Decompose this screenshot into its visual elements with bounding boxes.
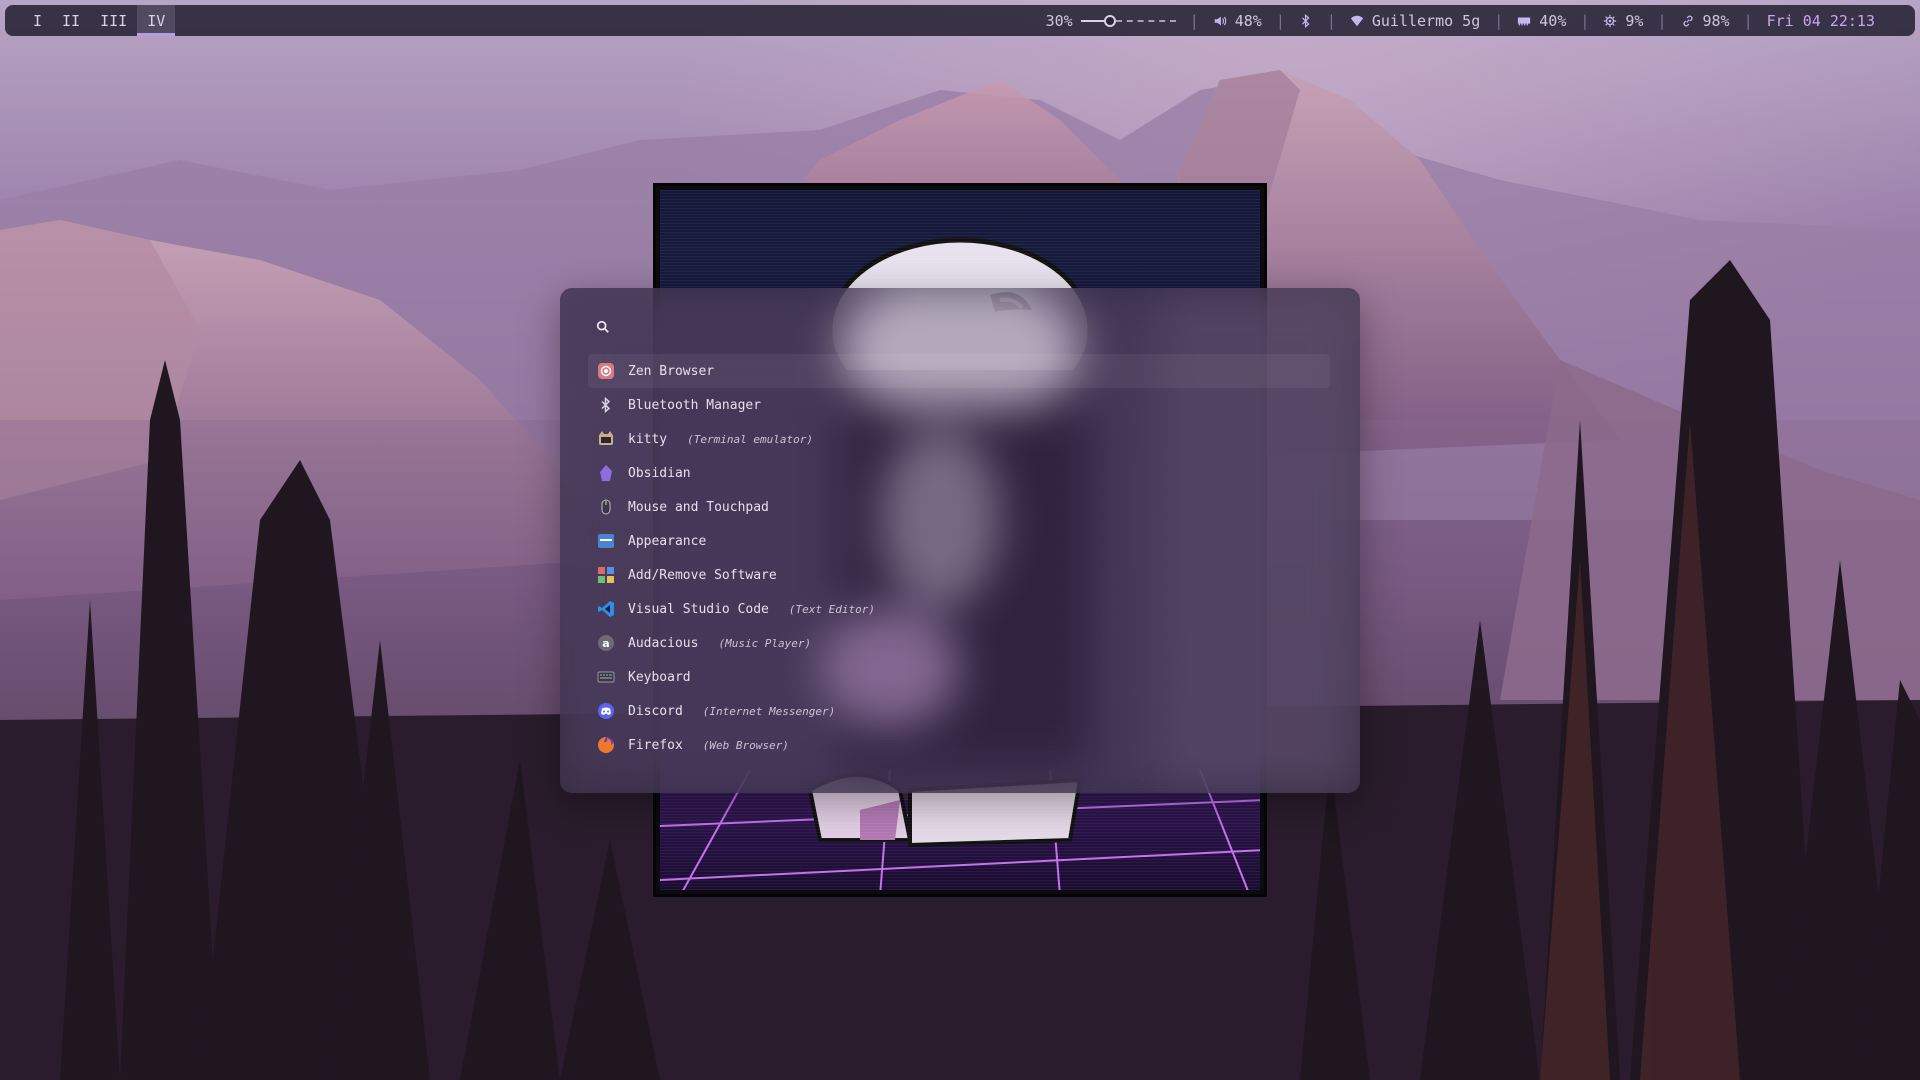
kitty-icon: [596, 429, 616, 449]
launcher-item-name: Appearance: [628, 533, 707, 549]
launcher-item-obsidian[interactable]: Obsidian: [588, 456, 1330, 490]
launcher-item-name: Obsidian: [628, 465, 691, 481]
launcher-item-firefox[interactable]: Firefox (Web Browser): [588, 728, 1330, 762]
launcher-item-description: (Text Editor): [788, 602, 875, 616]
clock-module[interactable]: Fri 04 22:13: [1755, 12, 1887, 30]
cpu-icon: [1604, 14, 1617, 27]
cpu-module[interactable]: 9%: [1591, 12, 1655, 30]
memory-module[interactable]: 40%: [1505, 12, 1578, 30]
launcher-item-description: (Music Player): [718, 636, 812, 650]
audacious-icon: a: [596, 633, 616, 653]
separator: |: [1580, 11, 1590, 30]
launcher-item-name: kitty: [628, 431, 668, 447]
battery-module[interactable]: 98%: [1669, 12, 1742, 30]
status-modules: 30% | 48% | | Guillermo 5g | 40% | 9% | …: [1034, 5, 1915, 36]
app-launcher[interactable]: Zen Browser Bluetooth Manager kitty (Termin…: [560, 288, 1360, 793]
launcher-item-audacious[interactable]: a Audacious (Music Player): [588, 626, 1330, 660]
launcher-item-description: (Terminal emulator): [687, 432, 813, 446]
top-bar: I II III IV 30% | 48% | | Guillermo 5g |: [5, 5, 1915, 36]
brightness-slider[interactable]: [1080, 14, 1176, 28]
separator: |: [1657, 11, 1667, 30]
bluetooth-icon: [1301, 13, 1310, 28]
search-icon: [596, 320, 609, 333]
launcher-item-discord[interactable]: Discord (Internet Messenger): [588, 694, 1330, 728]
launcher-item-name: Discord: [628, 703, 683, 719]
launcher-item-kitty[interactable]: kitty (Terminal emulator): [588, 422, 1330, 456]
memory-value: 40%: [1539, 11, 1567, 30]
launcher-item-name: Zen Browser: [628, 363, 715, 379]
launcher-item-name: Mouse and Touchpad: [628, 499, 769, 515]
launcher-item-name: Keyboard: [628, 669, 691, 685]
svg-text:a: a: [602, 637, 609, 650]
link-icon: [1682, 15, 1693, 26]
speaker-icon: [1214, 16, 1226, 25]
separator: |: [1743, 11, 1753, 30]
wifi-icon: [1350, 15, 1363, 26]
bluetooth-icon: [596, 395, 616, 415]
keyboard-icon: [596, 667, 616, 687]
launcher-item-bluetooth[interactable]: Bluetooth Manager: [588, 388, 1330, 422]
brightness-value: 30%: [1045, 11, 1073, 30]
launcher-item-name: Visual Studio Code: [628, 601, 769, 617]
separator: |: [1275, 11, 1285, 30]
launcher-item-vscode[interactable]: Visual Studio Code (Text Editor): [588, 592, 1330, 626]
slider-knob[interactable]: [1103, 14, 1116, 27]
discord-icon: [596, 701, 616, 721]
volume-value: 48%: [1234, 11, 1262, 30]
launcher-item-description: (Web Browser): [702, 738, 789, 752]
launcher-item-name: Add/Remove Software: [628, 567, 777, 583]
slider-rest: [1115, 19, 1176, 22]
workspace-3[interactable]: III: [90, 5, 137, 36]
cpu-value: 9%: [1625, 11, 1644, 30]
results-list: Zen Browser Bluetooth Manager kitty (Termin…: [588, 354, 1330, 762]
vscode-icon: [596, 599, 616, 619]
workspace-4[interactable]: IV: [137, 5, 176, 36]
launcher-item-name: Bluetooth Manager: [628, 397, 762, 413]
bluetooth-module[interactable]: [1287, 13, 1325, 28]
memory-icon: [1518, 17, 1531, 25]
separator: |: [1326, 11, 1336, 30]
workspace-1[interactable]: I: [23, 5, 52, 36]
launcher-item-appearance[interactable]: Appearance: [588, 524, 1330, 558]
launcher-item-software[interactable]: Add/Remove Software: [588, 558, 1330, 592]
launcher-item-mouse[interactable]: Mouse and Touchpad: [588, 490, 1330, 524]
launcher-item-name: Audacious: [628, 635, 699, 651]
mouse-icon: [596, 497, 616, 517]
search-input[interactable]: [620, 316, 1316, 338]
brightness-module[interactable]: 30%: [1034, 12, 1188, 30]
firefox-icon: [596, 735, 616, 755]
workspace-label: II: [62, 11, 81, 30]
appearance-icon: [596, 531, 616, 551]
search-row: [596, 316, 1316, 338]
battery-value: 98%: [1702, 11, 1730, 30]
launcher-item-description: (Internet Messenger): [702, 704, 836, 718]
workspace-label: IV: [147, 11, 166, 30]
software-icon: [596, 565, 616, 585]
network-module[interactable]: Guillermo 5g: [1338, 12, 1492, 30]
network-ssid: Guillermo 5g: [1371, 11, 1481, 30]
launcher-content: Zen Browser Bluetooth Manager kitty (Termin…: [560, 288, 1360, 793]
zen-browser-icon: [596, 361, 616, 381]
workspace-label: I: [33, 11, 43, 30]
workspace-2[interactable]: II: [52, 5, 90, 36]
launcher-item-name: Firefox: [628, 737, 683, 753]
launcher-item-zen-browser[interactable]: Zen Browser: [588, 354, 1330, 388]
separator: |: [1189, 11, 1199, 30]
workspace-label: III: [100, 11, 128, 30]
workspace-switcher: I II III IV: [5, 5, 176, 36]
launcher-item-keyboard[interactable]: Keyboard: [588, 660, 1330, 694]
separator: |: [1494, 11, 1504, 30]
volume-module[interactable]: 48%: [1201, 12, 1274, 30]
clock-text: Fri 04 22:13: [1766, 11, 1875, 30]
obsidian-icon: [596, 463, 616, 483]
